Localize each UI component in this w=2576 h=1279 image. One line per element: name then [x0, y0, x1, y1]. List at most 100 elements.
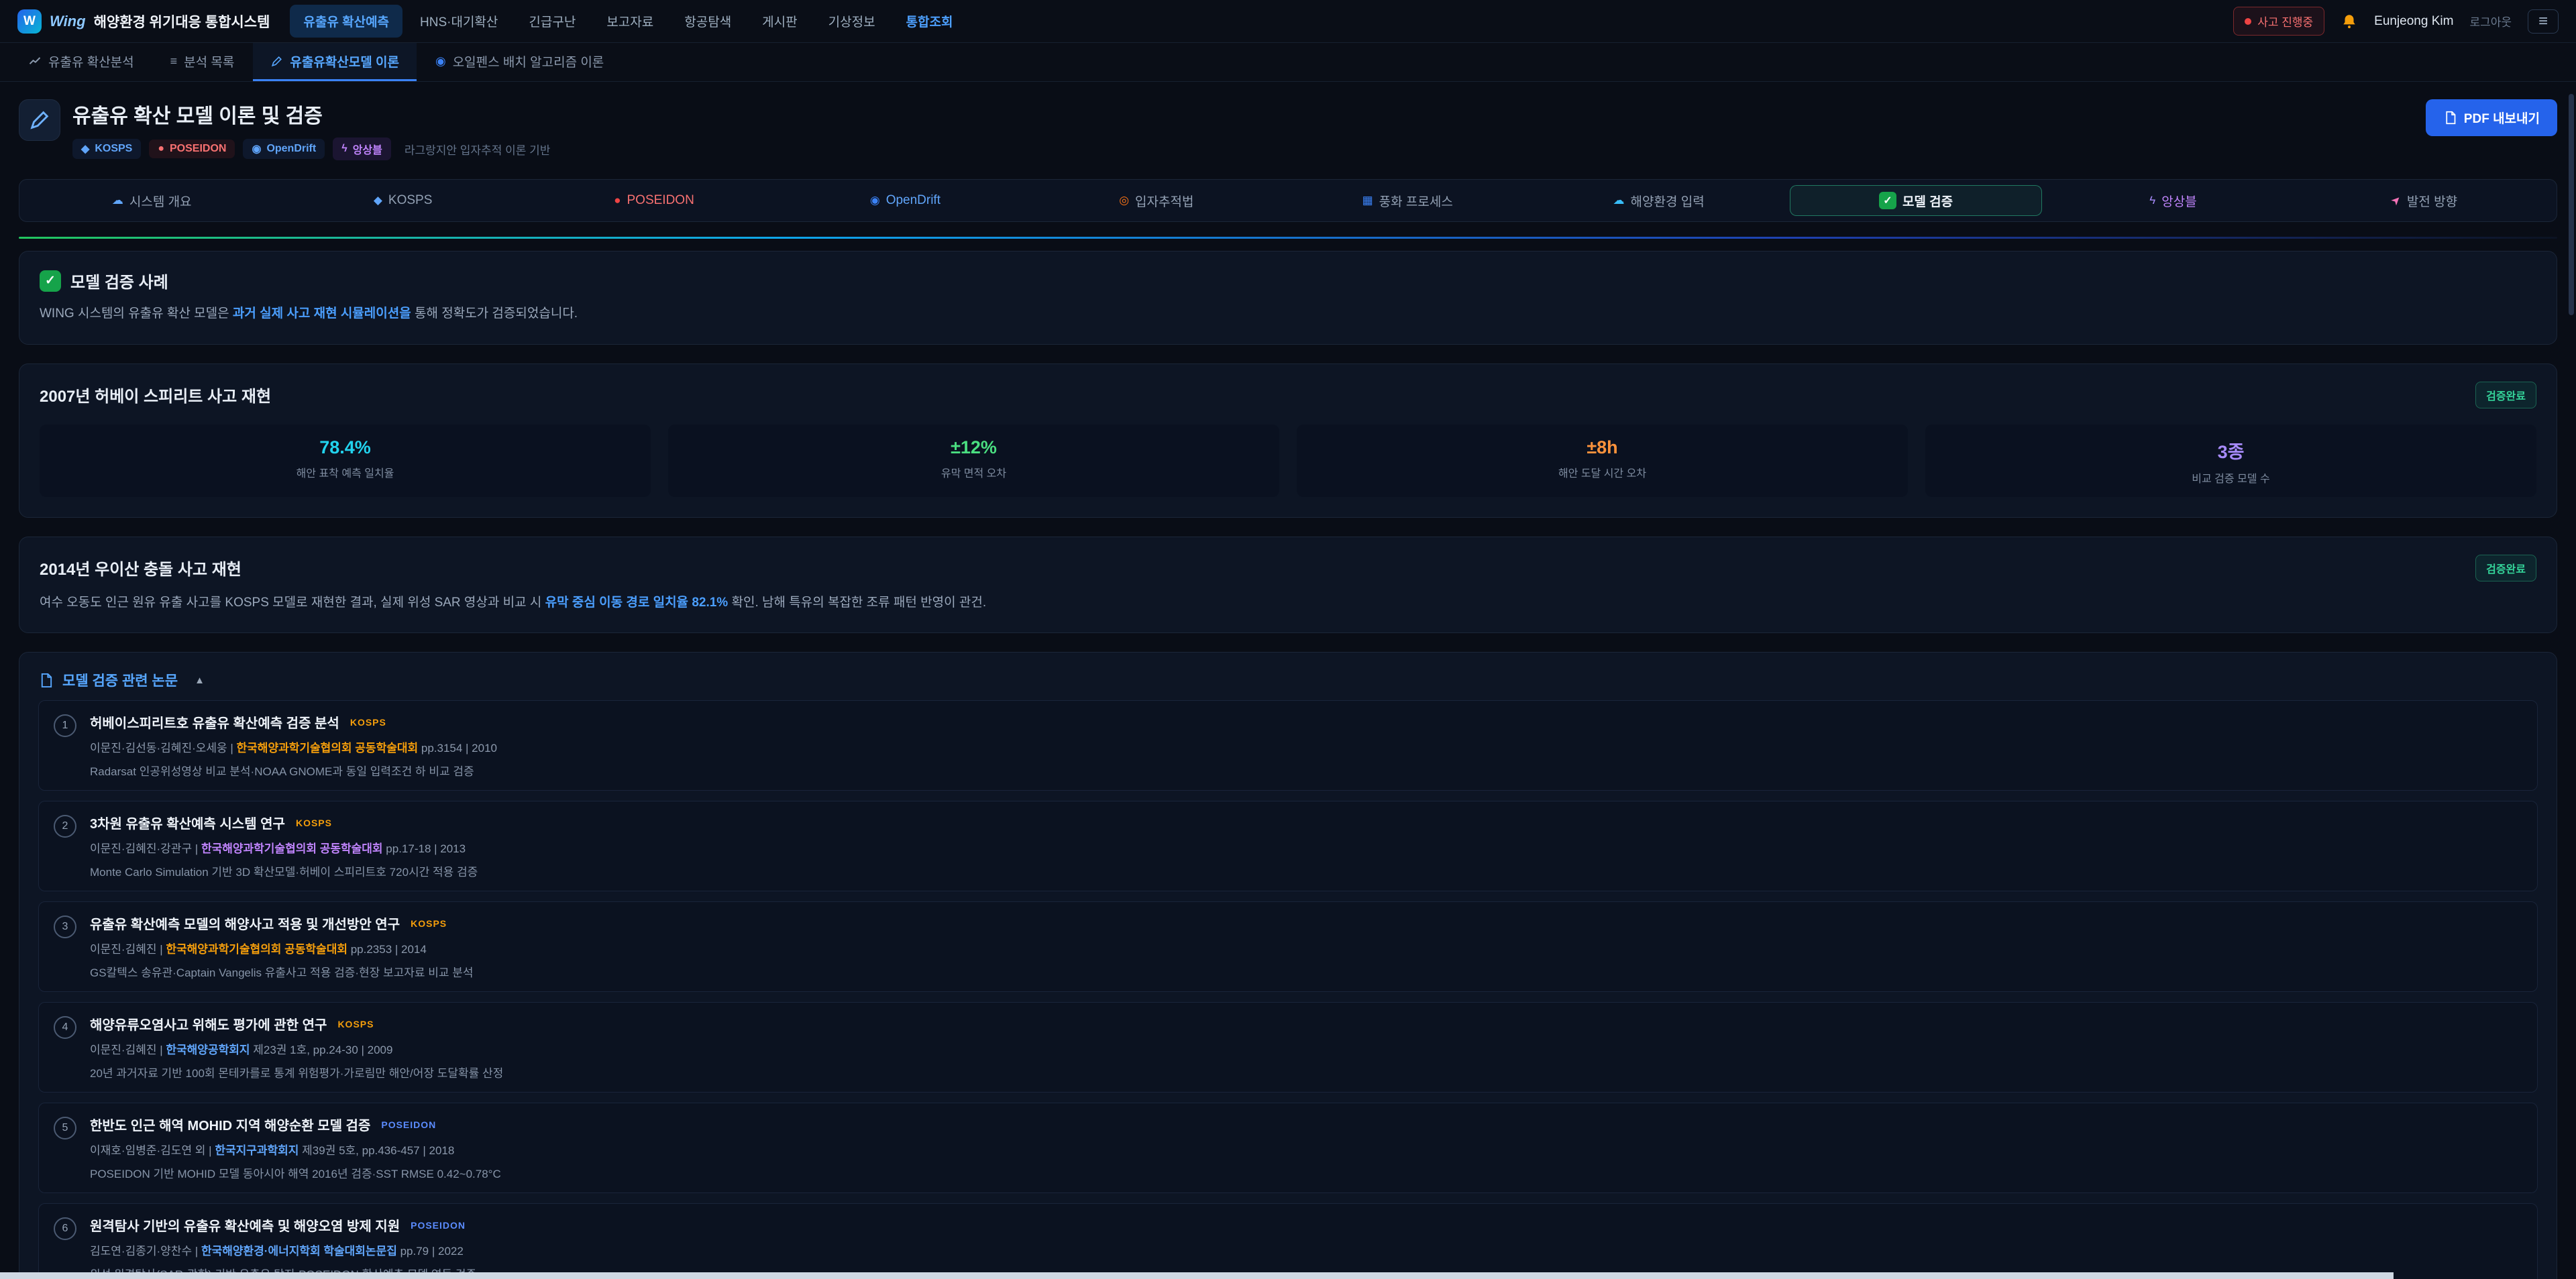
tab-label: 분석 목록 — [184, 52, 234, 70]
app-logo[interactable]: W Wing 해양환경 위기대응 통합시스템 — [17, 9, 270, 34]
menu-button[interactable]: ≡ — [2528, 9, 2559, 34]
document-icon — [2443, 111, 2457, 125]
paper-item[interactable]: 2 3차원 유출유 확산예측 시스템 연구 KOSPS 이문진·김혜진·강관구 … — [38, 801, 2538, 891]
stat-box-arrival-time-error: ±8h 해안 도달 시간 오차 — [1297, 425, 1908, 497]
stat-label: 비교 검증 모델 수 — [1925, 469, 2536, 486]
stat-value: ±8h — [1297, 437, 1908, 458]
paper-title: 허베이스피리트호 유출유 확산예측 검증 분석 — [90, 712, 339, 732]
validation-section: ✓ 모델 검증 사례 WING 시스템의 유출유 확산 모델은 과거 실제 사고… — [19, 251, 2557, 345]
nav-item-emergency-rescue[interactable]: 긴급구난 — [515, 5, 589, 38]
incident-dot-icon — [2245, 18, 2251, 25]
paper-item[interactable]: 4 해양유류오염사고 위해도 평가에 관한 연구 KOSPS 이문진·김혜진 |… — [38, 1002, 2538, 1093]
check-icon: ✓ — [1879, 192, 1896, 209]
tab-oilfence-theory[interactable]: ◉ 오일펜스 배치 알고리즘 이론 — [418, 43, 621, 81]
logo-wing-text: Wing — [50, 13, 86, 30]
nav-item-integrated-search[interactable]: 통합조회 — [893, 5, 967, 38]
ring-icon: ◉ — [252, 142, 261, 156]
trend-chart-icon — [28, 54, 42, 68]
stat-box-model-count: 3종 비교 검증 모델 수 — [1925, 425, 2536, 497]
paper-authors: 이문진·김혜진 | 한국해양공학회지 제23권 1호, pp.24-30 | 2… — [90, 1040, 503, 1057]
validation-description: WING 시스템의 유출유 확산 모델은 과거 실제 사고 재현 시뮬레이션을 … — [40, 304, 2536, 324]
section-tab-bar: ☁ 시스템 개요 ◆ KOSPS ● POSEIDON ◉ OpenDrift … — [19, 179, 2557, 222]
paper-authors: 이문진·김선동·김혜진·오세웅 | 한국해양과학기술협의회 공동학술대회 pp.… — [90, 738, 497, 755]
paper-description: GS칼텍스 송유관·Captain Vangelis 유출사고 적용 검증·현장… — [90, 963, 474, 980]
stab-validation[interactable]: ✓ 모델 검증 — [1790, 185, 2042, 216]
tab-model-theory[interactable]: 유출유확산모델 이론 — [253, 43, 417, 81]
papers-section: 모델 검증 관련 논문 ▲ 1 허베이스피리트호 유출유 확산예측 검증 분석 … — [19, 652, 2557, 1279]
paper-authors: 김도연·김종기·양찬수 | 한국해양환경·에너지학회 학술대회논문집 pp.79… — [90, 1241, 476, 1258]
paper-title: 3차원 유출유 확산예측 시스템 연구 — [90, 813, 285, 832]
paper-model-badge: POSEIDON — [381, 1119, 436, 1130]
papers-title: 모델 검증 관련 논문 — [62, 670, 178, 690]
nav-item-board[interactable]: 게시판 — [749, 5, 810, 38]
stab-overview[interactable]: ☁ 시스템 개요 — [26, 180, 277, 221]
paper-number: 5 — [54, 1117, 76, 1139]
paper-title: 해양유류오염사고 위해도 평가에 관한 연구 — [90, 1014, 327, 1034]
logout-link[interactable]: 로그아웃 — [2469, 13, 2512, 30]
nav-item-spill-forecast[interactable]: 유출유 확산예측 — [290, 5, 402, 38]
stat-label: 해안 도달 시간 오차 — [1297, 464, 1908, 480]
paper-item[interactable]: 3 유출유 확산예측 모델의 해양사고 적용 및 개선방안 연구 KOSPS 이… — [38, 901, 2538, 992]
paper-number: 3 — [54, 915, 76, 938]
tab-label: 유출유확산모델 이론 — [290, 52, 399, 70]
paper-number: 1 — [54, 714, 76, 737]
nav-item-reports[interactable]: 보고자료 — [593, 5, 667, 38]
app-title: 해양환경 위기대응 통합시스템 — [94, 11, 270, 32]
nav-item-weather-info[interactable]: 기상정보 — [815, 5, 889, 38]
paper-authors: 이재호·임병준·김도연 외 | 한국지구과학회지 제39권 5호, pp.436… — [90, 1141, 501, 1158]
stab-weathering[interactable]: ▦ 풍화 프로세스 — [1282, 180, 1533, 221]
nav-item-aerial-search[interactable]: 항공탐색 — [671, 5, 745, 38]
stab-opendrift[interactable]: ◉ OpenDrift — [780, 180, 1030, 221]
stab-kosps[interactable]: ◆ KOSPS — [277, 180, 528, 221]
page-subtitle: 라그랑지안 입자추적 이론 기반 — [405, 141, 551, 158]
paper-model-badge: POSEIDON — [411, 1220, 466, 1231]
ring-icon: ◉ — [435, 54, 446, 68]
paper-number: 6 — [54, 1217, 76, 1240]
stab-ensemble[interactable]: ϟ 앙상블 — [2047, 180, 2298, 221]
papers-collapse-header[interactable]: 모델 검증 관련 논문 ▲ — [38, 670, 2538, 690]
incident-label: 사고 진행중 — [2257, 13, 2313, 30]
lightning-icon: ϟ — [341, 143, 347, 155]
paper-title: 한반도 인근 해역 MOHID 지역 해양순환 모델 검증 — [90, 1115, 370, 1134]
stat-value: 78.4% — [40, 437, 651, 458]
pdf-export-button[interactable]: PDF 내보내기 — [2426, 99, 2557, 136]
paper-item[interactable]: 6 원격탐사 기반의 유출유 확산예측 및 해양오염 방제 지원 POSEIDO… — [38, 1203, 2538, 1279]
tab-label: 오일펜스 배치 알고리즘 이론 — [453, 52, 604, 70]
document-icon — [38, 673, 54, 688]
tab-spill-analysis[interactable]: 유출유 확산분석 — [11, 43, 152, 81]
hamburger-icon: ≡ — [2538, 12, 2548, 31]
section-title: 모델 검증 사례 — [70, 269, 168, 292]
paper-item[interactable]: 5 한반도 인근 해역 MOHID 지역 해양순환 모델 검증 POSEIDON… — [38, 1103, 2538, 1193]
stab-roadmap[interactable]: ➤ 발전 방향 — [2299, 180, 2550, 221]
paper-item[interactable]: 1 허베이스피리트호 유출유 확산예측 검증 분석 KOSPS 이문진·김선동·… — [38, 700, 2538, 791]
pen-icon — [270, 55, 283, 68]
check-icon: ✓ — [40, 270, 61, 292]
stat-label: 유막 면적 오차 — [668, 464, 1279, 480]
model-badge-opendrift: ◉ OpenDrift — [243, 139, 325, 159]
incident-status-badge[interactable]: 사고 진행중 — [2233, 7, 2324, 36]
stat-row: 78.4% 해안 표착 예측 일치율 ±12% 유막 면적 오차 ±8h 해안 … — [40, 425, 2536, 497]
stab-poseidon[interactable]: ● POSEIDON — [529, 180, 780, 221]
stab-ocean-input[interactable]: ☁ 해양환경 입력 — [1533, 180, 1784, 221]
user-name[interactable]: Eunjeong Kim — [2374, 14, 2453, 29]
top-navigation: W Wing 해양환경 위기대응 통합시스템 유출유 확산예측 HNS·대기확산… — [0, 0, 2576, 43]
model-badge-kosps: ◆ KOSPS — [72, 139, 141, 159]
paper-title: 원격탐사 기반의 유출유 확산예측 및 해양오염 방제 지원 — [90, 1215, 400, 1235]
ring-icon: ◉ — [870, 194, 880, 207]
paper-model-badge: KOSPS — [350, 717, 386, 728]
scrollbar-thumb[interactable] — [2569, 94, 2574, 315]
bell-icon[interactable] — [2341, 13, 2358, 30]
paper-journal: 한국해양공학회지 — [166, 1044, 250, 1056]
stat-value: 3종 — [1925, 437, 2536, 463]
case-card-hebei: 2007년 허베이 스피리트 사고 재현 검증완료 78.4% 해안 표착 예측… — [19, 364, 2557, 518]
validation-link-text[interactable]: 과거 실제 사고 재현 시뮬레이션을 — [233, 307, 411, 321]
nav-item-hns-atmospheric[interactable]: HNS·대기확산 — [407, 5, 511, 38]
page-header: 유출유 확산 모델 이론 및 검증 ◆ KOSPS ● POSEIDON ◉ O… — [19, 99, 2557, 160]
sub-tab-bar: 유출유 확산분석 ≡ 분석 목록 유출유확산모델 이론 ◉ 오일펜스 배치 알고… — [0, 43, 2576, 82]
tab-analysis-list[interactable]: ≡ 분석 목록 — [153, 43, 252, 81]
stab-particle-tracking[interactable]: ◎ 입자추적법 — [1031, 180, 1282, 221]
paper-authors: 이문진·김혜진 | 한국해양과학기술협의회 공동학술대회 pp.2353 | 2… — [90, 940, 474, 956]
paper-model-badge: KOSPS — [296, 818, 332, 828]
main-content: 유출유 확산 모델 이론 및 검증 ◆ KOSPS ● POSEIDON ◉ O… — [0, 82, 2576, 1279]
cloud-icon: ☁ — [112, 194, 123, 207]
